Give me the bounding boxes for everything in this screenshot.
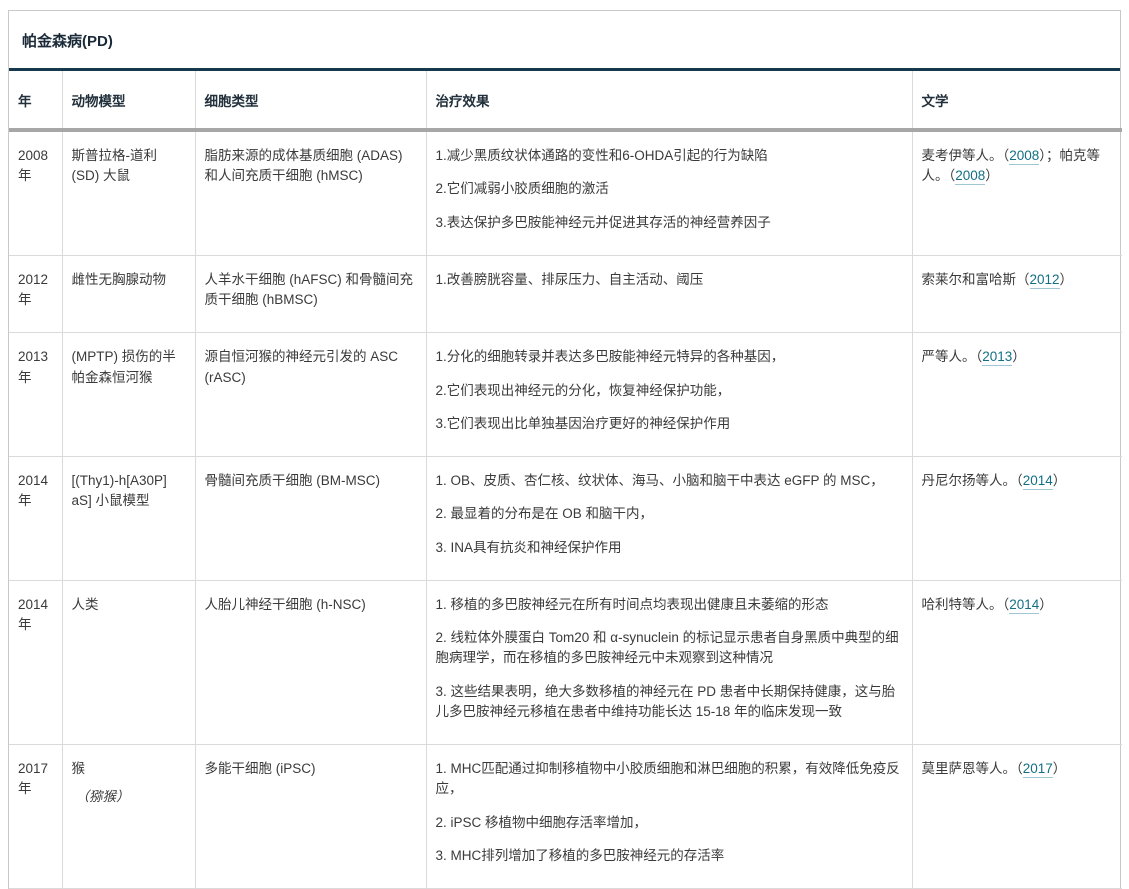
cell-cell-type: 源自恒河猴的神经元引发的 ASC (rASC) xyxy=(195,333,426,457)
cell-year: 2014年 xyxy=(9,457,62,581)
cell-literature: 莫里萨恩等人。（2017） xyxy=(912,745,1122,889)
cell-cell-type: 多能干细胞 (iPSC) xyxy=(195,745,426,889)
effect-item: 3.表达保护多巴胺能神经元并促进其存活的神经营养因子 xyxy=(436,213,902,233)
cell-animal-model: [(Thy1)-h[A30P] aS] 小鼠模型 xyxy=(62,457,195,581)
citation-year-link[interactable]: 2014 xyxy=(1023,473,1053,490)
citation-text: 索莱尔和富哈斯（ xyxy=(922,272,1030,287)
cell-animal-model: 斯普拉格-道利 (SD) 大鼠 xyxy=(62,130,195,255)
citation-year-link[interactable]: 2012 xyxy=(1030,272,1060,289)
citation-text: ） xyxy=(1012,349,1026,364)
effect-item: 2. iPSC 移植物中细胞存活率增加， xyxy=(436,813,902,833)
citation-text: 丹尼尔扬等人。（ xyxy=(922,473,1023,488)
cell-effects: 1.减少黑质纹状体通路的变性和6-OHDA引起的行为缺陷 2.它们减弱小胶质细胞的… xyxy=(426,130,912,255)
animal-model-text: 人类 xyxy=(72,595,185,615)
cell-effects: 1. 移植的多巴胺神经元在所有时间点均表现出健康且未萎缩的形态 2. 线粒体外膜蛋… xyxy=(426,580,912,744)
cell-animal-model: 雌性无胸腺动物 xyxy=(62,255,195,333)
cell-year: 2014年 xyxy=(9,580,62,744)
citation-text: ） xyxy=(1039,597,1053,612)
cell-animal-model: 猴 （猕猴） xyxy=(62,745,195,889)
table-row: 2014年人类人胎儿神经干细胞 (h-NSC)1. 移植的多巴胺神经元在所有时间… xyxy=(9,580,1122,744)
pd-study-table: 年 动物模型 细胞类型 治疗效果 文学 2008年斯普拉格-道利 (SD) 大鼠… xyxy=(9,71,1122,889)
table-title: 帕金森病(PD) xyxy=(9,11,1120,71)
cell-year: 2008年 xyxy=(9,130,62,255)
effect-item: 1. OB、皮质、杏仁核、纹状体、海马、小脑和脑干中表达 eGFP 的 MSC， xyxy=(436,471,902,491)
citation-text: 哈利特等人。（ xyxy=(922,597,1010,612)
citation-year-link[interactable]: 2013 xyxy=(982,349,1012,366)
column-header-year: 年 xyxy=(9,71,62,130)
table-row: 2013年(MPTP) 损伤的半帕金森恒河猴源自恒河猴的神经元引发的 ASC (… xyxy=(9,333,1122,457)
effect-item: 3. 这些结果表明，绝大多数移植的神经元在 PD 患者中长期保持健康，这与胎儿多… xyxy=(436,682,902,723)
effect-item: 1. MHC匹配通过抑制移植物中小胶质细胞和淋巴细胞的积累，有效降低免疫反应， xyxy=(436,759,902,800)
effect-item: 3. INA具有抗炎和神经保护作用 xyxy=(436,538,902,558)
citation-year-link[interactable]: 2017 xyxy=(1023,761,1053,778)
column-header-animal-model: 动物模型 xyxy=(62,71,195,130)
animal-model-text: [(Thy1)-h[A30P] aS] 小鼠模型 xyxy=(72,471,185,512)
pd-study-table-panel: 帕金森病(PD) 年 动物模型 细胞类型 治疗效果 文学 2008年斯普拉格-道… xyxy=(8,10,1121,889)
animal-model-text: 雌性无胸腺动物 xyxy=(72,270,185,290)
animal-model-note: （猕猴） xyxy=(72,787,185,807)
effect-item: 2.它们减弱小胶质细胞的激活 xyxy=(436,179,902,199)
cell-cell-type: 人羊水干细胞 (hAFSC) 和骨髓间充质干细胞 (hBMSC) xyxy=(195,255,426,333)
effect-item: 3.它们表现出比单独基因治疗更好的神经保护作用 xyxy=(436,414,902,434)
effect-item: 3. MHC排列增加了移植的多巴胺神经元的存活率 xyxy=(436,846,902,866)
table-body: 2008年斯普拉格-道利 (SD) 大鼠脂肪来源的成体基质细胞 (ADAS) 和… xyxy=(9,130,1122,889)
effect-item: 1.减少黑质纹状体通路的变性和6-OHDA引起的行为缺陷 xyxy=(436,146,902,166)
table-row: 2012年雌性无胸腺动物人羊水干细胞 (hAFSC) 和骨髓间充质干细胞 (hB… xyxy=(9,255,1122,333)
cell-literature: 严等人。（2013） xyxy=(912,333,1122,457)
citation-text: ） xyxy=(1060,272,1074,287)
cell-effects: 1. MHC匹配通过抑制移植物中小胶质细胞和淋巴细胞的积累，有效降低免疫反应， 2… xyxy=(426,745,912,889)
animal-model-text: 猴 xyxy=(72,759,185,779)
cell-effects: 1.改善膀胱容量、排尿压力、自主活动、阈压 xyxy=(426,255,912,333)
cell-cell-type: 骨髓间充质干细胞 (BM-MSC) xyxy=(195,457,426,581)
column-header-cell-type: 细胞类型 xyxy=(195,71,426,130)
cell-year: 2012年 xyxy=(9,255,62,333)
citation-year-link[interactable]: 2008 xyxy=(955,168,985,185)
citation-text: ） xyxy=(1053,761,1067,776)
cell-literature: 索莱尔和富哈斯（2012） xyxy=(912,255,1122,333)
table-row: 2014年[(Thy1)-h[A30P] aS] 小鼠模型骨髓间充质干细胞 (B… xyxy=(9,457,1122,581)
animal-model-text: (MPTP) 损伤的半帕金森恒河猴 xyxy=(72,347,185,388)
effect-item: 2.它们表现出神经元的分化，恢复神经保护功能， xyxy=(436,381,902,401)
column-header-literature: 文学 xyxy=(912,71,1122,130)
effect-item: 2. 最显着的分布是在 OB 和脑干内， xyxy=(436,504,902,524)
cell-effects: 1. OB、皮质、杏仁核、纹状体、海马、小脑和脑干中表达 eGFP 的 MSC，… xyxy=(426,457,912,581)
cell-animal-model: 人类 xyxy=(62,580,195,744)
cell-literature: 麦考伊等人。（2008）；帕克等人。（2008） xyxy=(912,130,1122,255)
animal-model-text: 斯普拉格-道利 (SD) 大鼠 xyxy=(72,146,185,187)
effect-item: 2. 线粒体外膜蛋白 Tom20 和 α-synuclein 的标记显示患者自身… xyxy=(436,628,902,669)
column-header-effects: 治疗效果 xyxy=(426,71,912,130)
cell-effects: 1.分化的细胞转录并表达多巴胺能神经元特异的各种基因， 2.它们表现出神经元的分化… xyxy=(426,333,912,457)
citation-year-link[interactable]: 2008 xyxy=(1009,148,1039,165)
citation-text: 严等人。（ xyxy=(922,349,983,364)
effect-item: 1.分化的细胞转录并表达多巴胺能神经元特异的各种基因， xyxy=(436,347,902,367)
header-row: 年 动物模型 细胞类型 治疗效果 文学 xyxy=(9,71,1122,130)
citation-year-link[interactable]: 2014 xyxy=(1009,597,1039,614)
citation-text: ） xyxy=(1053,473,1067,488)
cell-year: 2017年 xyxy=(9,745,62,889)
citation-text: 麦考伊等人。（ xyxy=(922,148,1010,163)
table-row: 2017年猴 （猕猴） 多能干细胞 (iPSC)1. MHC匹配通过抑制移植物中小胶… xyxy=(9,745,1122,889)
effect-item: 1. 移植的多巴胺神经元在所有时间点均表现出健康且未萎缩的形态 xyxy=(436,595,902,615)
cell-animal-model: (MPTP) 损伤的半帕金森恒河猴 xyxy=(62,333,195,457)
cell-year: 2013年 xyxy=(9,333,62,457)
effect-item: 1.改善膀胱容量、排尿压力、自主活动、阈压 xyxy=(436,270,902,290)
cell-cell-type: 人胎儿神经干细胞 (h-NSC) xyxy=(195,580,426,744)
cell-cell-type: 脂肪来源的成体基质细胞 (ADAS) 和人间充质干细胞 (hMSC) xyxy=(195,130,426,255)
cell-literature: 丹尼尔扬等人。（2014） xyxy=(912,457,1122,581)
table-row: 2008年斯普拉格-道利 (SD) 大鼠脂肪来源的成体基质细胞 (ADAS) 和… xyxy=(9,130,1122,255)
citation-text: 莫里萨恩等人。（ xyxy=(922,761,1023,776)
citation-text: ） xyxy=(985,168,999,183)
cell-literature: 哈利特等人。（2014） xyxy=(912,580,1122,744)
